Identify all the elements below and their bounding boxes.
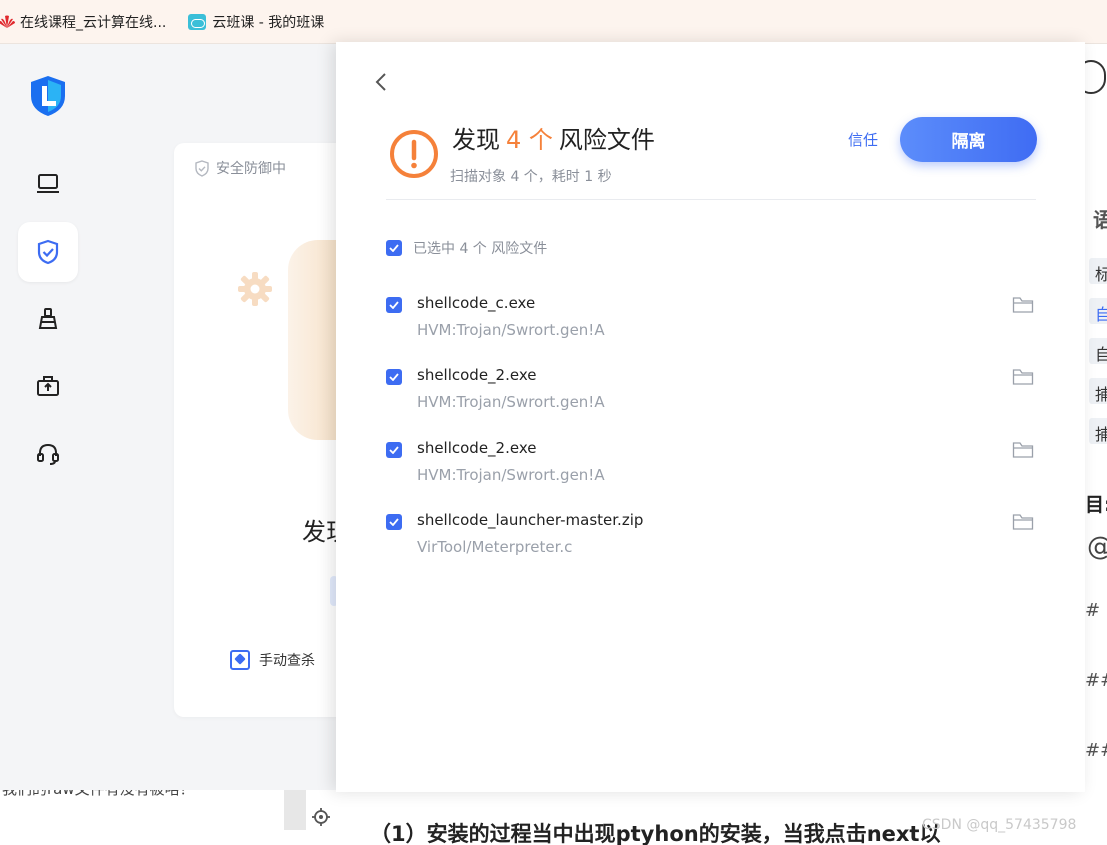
open-folder-icon[interactable] bbox=[1012, 513, 1034, 531]
risk-files-modal: 发现 4 个 风险文件 扫描对象 4 个，耗时 1 秒 信任 隔离 已选中 4 … bbox=[336, 42, 1085, 792]
bg-article-text: （1）安装的过程当中出现ptyhon的安装，当我点击next以 bbox=[370, 822, 941, 845]
bg-text-fragment: ## bbox=[1085, 740, 1107, 761]
manual-scan-button[interactable]: 手动查杀 bbox=[230, 650, 315, 670]
nav-item-cleanup[interactable] bbox=[18, 289, 78, 349]
risk-file-item: shellcode_2.exe HVM:Trojan/Swrort.gen!A bbox=[386, 364, 1036, 420]
select-all-label: 已选中 4 个 风险文件 bbox=[413, 241, 548, 257]
nav-item-toolbox[interactable] bbox=[18, 356, 78, 416]
bg-chip: 捕 bbox=[1089, 378, 1107, 404]
bg-text-fragment: ## bbox=[1085, 670, 1107, 691]
file-name: shellcode_launcher-master.zip bbox=[417, 511, 644, 529]
gear-icon bbox=[238, 272, 272, 306]
bg-chip: 自 bbox=[1089, 338, 1107, 364]
checkmark-icon bbox=[389, 373, 399, 381]
checkmark-icon bbox=[389, 244, 399, 252]
scan-summary: 扫描对象 4 个，耗时 1 秒 bbox=[450, 169, 612, 185]
warning-icon bbox=[390, 130, 438, 178]
checkmark-icon bbox=[389, 446, 399, 454]
open-folder-icon[interactable] bbox=[1012, 296, 1034, 314]
file-name: shellcode_c.exe bbox=[417, 294, 536, 312]
open-folder-icon[interactable] bbox=[1012, 441, 1034, 459]
title-suffix: 风险文件 bbox=[558, 126, 655, 154]
threat-name: HVM:Trojan/Swrort.gen!A bbox=[417, 321, 605, 339]
background-page-right: 语 标 自 自 捕 捕 目: @ # ## ## bbox=[1085, 44, 1107, 845]
divider bbox=[386, 199, 1036, 200]
bg-chip: 标 bbox=[1089, 258, 1107, 284]
back-arrow-icon[interactable] bbox=[374, 72, 388, 92]
bg-text-fragment: 语 bbox=[1093, 208, 1107, 232]
bg-chip: 自 bbox=[1089, 298, 1107, 324]
threat-name: HVM:Trojan/Swrort.gen!A bbox=[417, 393, 605, 411]
trust-button[interactable]: 信任 bbox=[848, 129, 878, 150]
crosshair-icon[interactable] bbox=[312, 808, 330, 826]
isolate-button[interactable]: 隔离 bbox=[900, 117, 1037, 162]
checkmark-icon bbox=[389, 518, 399, 526]
select-all-row[interactable]: 已选中 4 个 风险文件 bbox=[386, 238, 547, 258]
threat-name: HVM:Trojan/Swrort.gen!A bbox=[417, 466, 605, 484]
wrench-icon bbox=[230, 650, 250, 670]
huawei-icon bbox=[0, 15, 15, 28]
select-all-checkbox[interactable] bbox=[386, 240, 402, 256]
file-checkbox[interactable] bbox=[386, 297, 402, 313]
protection-status-label: 安全防御中 bbox=[216, 161, 286, 177]
bg-chip: 捕 bbox=[1089, 418, 1107, 444]
file-checkbox[interactable] bbox=[386, 514, 402, 530]
bg-text-fragment: @ bbox=[1087, 532, 1107, 562]
risk-file-item: shellcode_launcher-master.zip VirTool/Me… bbox=[386, 509, 1036, 565]
modal-title: 发现 4 个 风险文件 bbox=[452, 120, 655, 155]
bg-gutter bbox=[284, 790, 306, 830]
shield-check-icon bbox=[195, 159, 209, 177]
toolbox-icon bbox=[37, 376, 59, 396]
open-folder-icon[interactable] bbox=[1012, 368, 1034, 386]
risk-count: 4 个 bbox=[506, 126, 553, 154]
manual-scan-label: 手动查杀 bbox=[259, 653, 315, 669]
nav-item-computer[interactable] bbox=[18, 154, 78, 214]
broom-icon bbox=[38, 308, 58, 329]
app-logo-icon bbox=[31, 76, 65, 116]
laptop-icon bbox=[37, 174, 59, 193]
bg-text-fragment: # bbox=[1085, 600, 1101, 621]
app-sidebar bbox=[0, 44, 98, 790]
nav-item-security[interactable] bbox=[18, 222, 78, 282]
file-checkbox[interactable] bbox=[386, 369, 402, 385]
risk-file-item: shellcode_2.exe HVM:Trojan/Swrort.gen!A bbox=[386, 437, 1036, 493]
threat-name: VirTool/Meterpreter.c bbox=[417, 538, 573, 556]
checkmark-icon bbox=[389, 301, 399, 309]
title-prefix: 发现 bbox=[452, 126, 500, 154]
watermark: CSDN @qq_57435798 bbox=[922, 817, 1077, 833]
bookmark-yunbanke[interactable]: 云班课 - 我的班课 bbox=[180, 0, 338, 44]
bookmark-label: 在线课程_云计算在线... bbox=[20, 14, 167, 31]
bg-text-fragment: 目: bbox=[1085, 494, 1107, 516]
risk-file-item: shellcode_c.exe HVM:Trojan/Swrort.gen!A bbox=[386, 292, 1036, 348]
bookmarks-bar: 在线课程_云计算在线... 云班课 - 我的班课 bbox=[0, 0, 1107, 44]
bookmark-online-course[interactable]: 在线课程_云计算在线... bbox=[0, 0, 180, 44]
file-checkbox[interactable] bbox=[386, 442, 402, 458]
file-name: shellcode_2.exe bbox=[417, 439, 537, 457]
protection-status: 安全防御中 bbox=[194, 158, 286, 178]
shield-check-icon bbox=[37, 239, 59, 265]
nav-item-support[interactable] bbox=[18, 424, 78, 484]
cloud-icon bbox=[188, 13, 207, 30]
file-name: shellcode_2.exe bbox=[417, 366, 537, 384]
bookmark-label: 云班课 - 我的班课 bbox=[212, 14, 325, 31]
headset-icon bbox=[37, 443, 59, 465]
